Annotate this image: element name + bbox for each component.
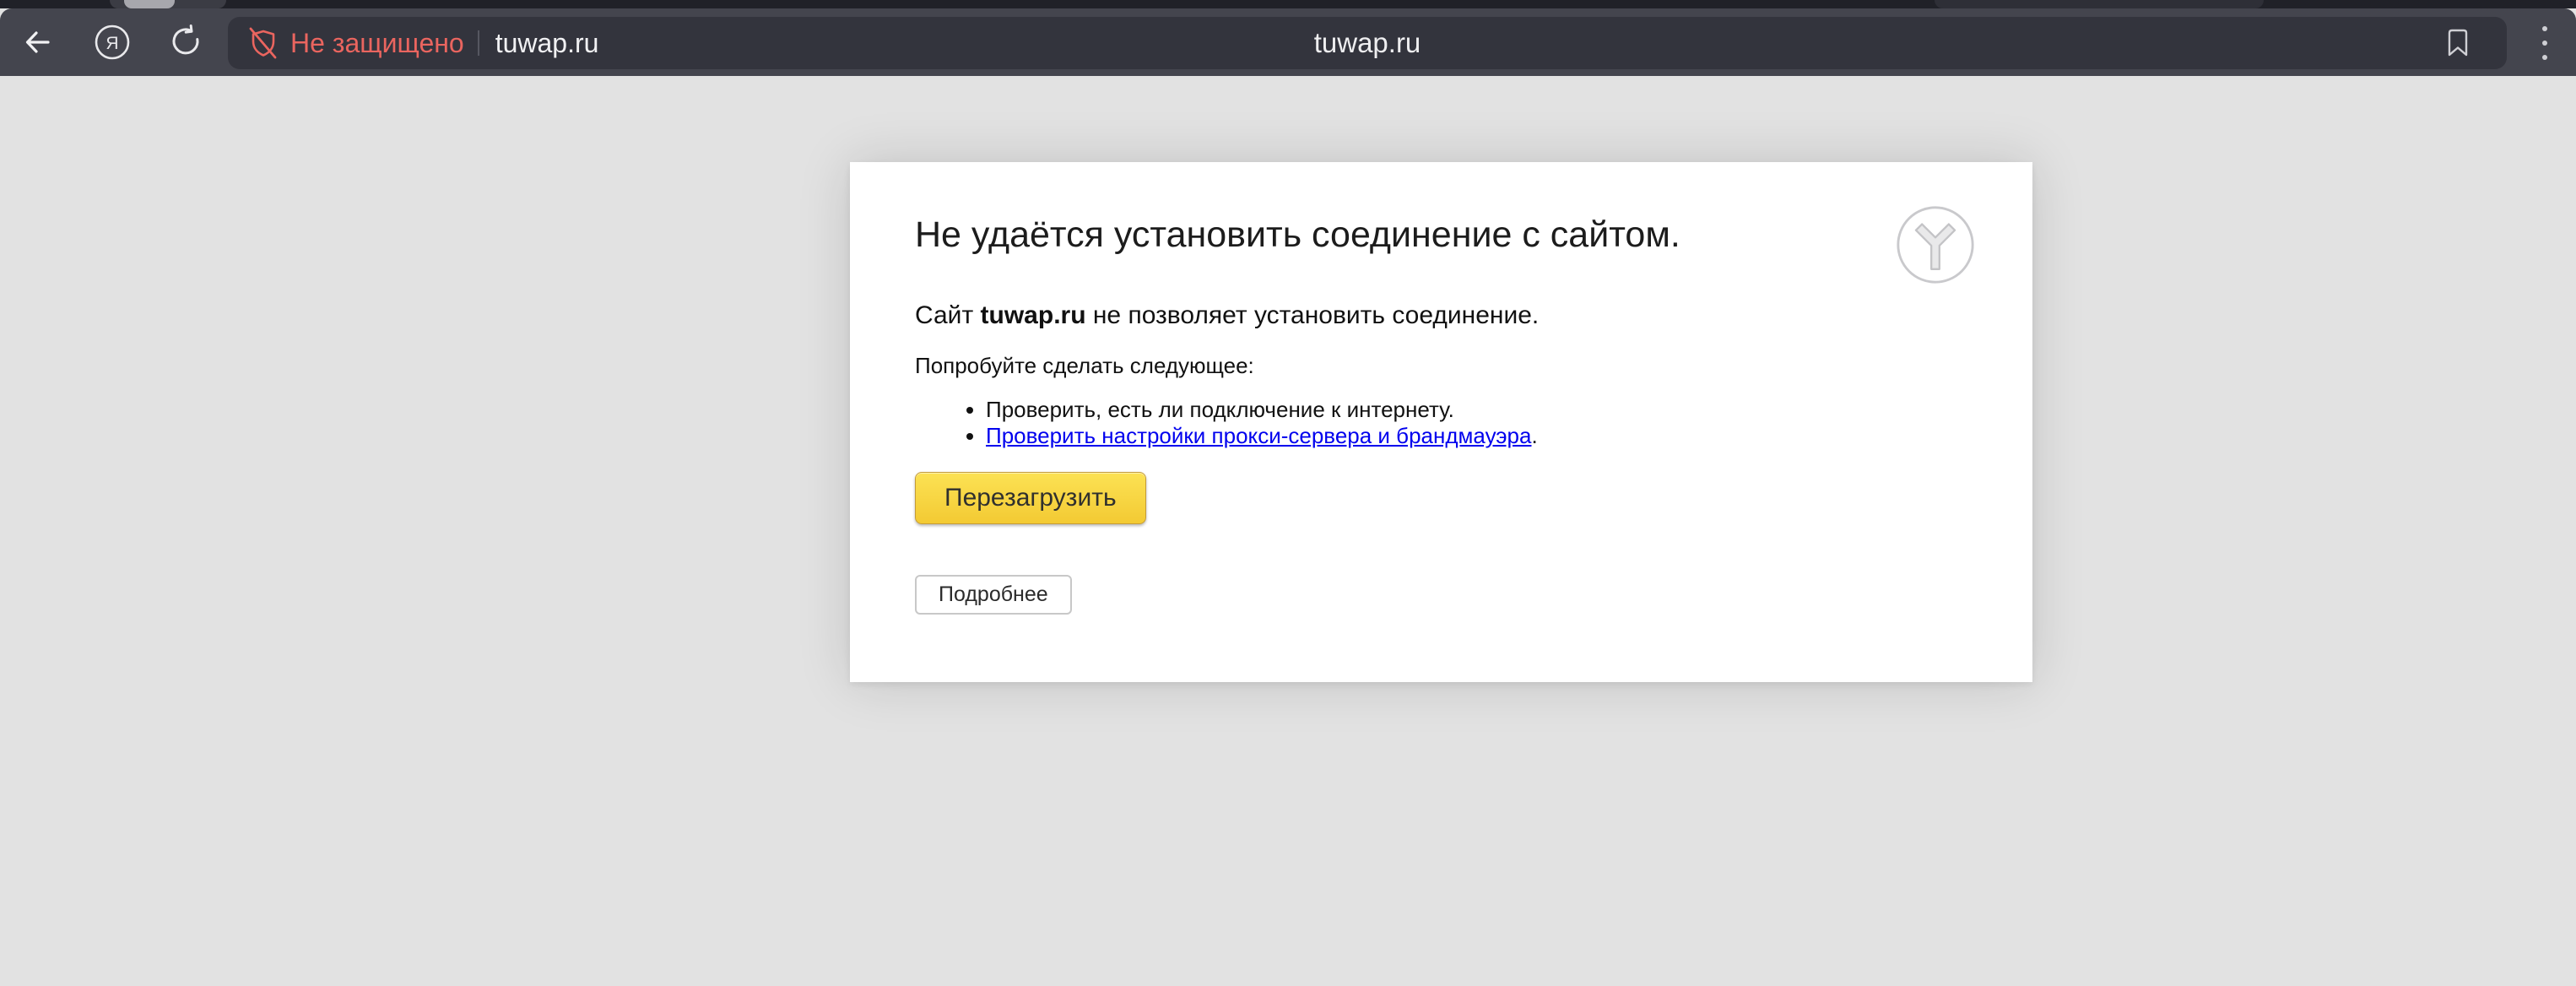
page-background: Не удаётся установить соединение с сайто… xyxy=(0,76,2576,986)
proxy-settings-link[interactable]: Проверить настройки прокси-сервера и бра… xyxy=(986,423,1531,448)
url-text[interactable]: tuwap.ru xyxy=(495,28,599,59)
bookmark-icon xyxy=(2445,28,2470,58)
suggestions-heading: Попробуйте сделать следующее: xyxy=(915,353,1967,379)
security-badge[interactable]: Не защищено xyxy=(228,26,464,60)
reload-page-button[interactable]: Перезагрузить xyxy=(915,472,1146,524)
site-suffix: не позволяет установить соединение. xyxy=(1086,301,1540,329)
svg-text:Я: Я xyxy=(106,34,118,53)
browser-toolbar: Я Не защищено tuwap.ru tuwap.ru xyxy=(0,8,2576,76)
details-button[interactable]: Подробнее xyxy=(915,575,1072,615)
shield-off-icon xyxy=(247,26,279,60)
back-button[interactable] xyxy=(8,8,66,76)
kebab-menu-icon xyxy=(2540,24,2550,62)
address-bar[interactable]: Не защищено tuwap.ru tuwap.ru xyxy=(228,17,2507,69)
back-arrow-icon xyxy=(20,25,54,59)
error-card: Не удаётся установить соединение с сайто… xyxy=(850,162,2032,682)
yandex-browser-logo xyxy=(1895,204,1976,285)
yandex-logo-icon: Я xyxy=(94,24,131,61)
error-title: Не удаётся установить соединение с сайто… xyxy=(915,213,1801,258)
bookmark-button[interactable] xyxy=(2431,17,2485,69)
tab-strip xyxy=(0,0,2576,8)
browser-menu-button[interactable] xyxy=(2519,17,2570,69)
tab-sliver[interactable] xyxy=(1935,0,2264,8)
active-tab-sliver[interactable] xyxy=(124,0,175,8)
security-label: Не защищено xyxy=(290,28,464,59)
site-domain: tuwap.ru xyxy=(981,301,1086,329)
reload-icon xyxy=(168,24,203,60)
suggestions-list: Проверить, есть ли подключение к интерне… xyxy=(915,397,1967,449)
suggestion-text: Проверить, есть ли подключение к интерне… xyxy=(986,397,1454,422)
page-title: tuwap.ru xyxy=(1314,27,1421,59)
suggestion-item: Проверить настройки прокси-сервера и бра… xyxy=(986,423,1967,449)
link-suffix: . xyxy=(1531,423,1537,448)
error-site-line: Сайт tuwap.ru не позволяет установить со… xyxy=(915,300,1967,332)
address-separator xyxy=(478,30,479,56)
site-prefix: Сайт xyxy=(915,301,981,329)
yandex-home-button[interactable]: Я xyxy=(84,8,141,76)
suggestion-item: Проверить, есть ли подключение к интерне… xyxy=(986,397,1967,423)
reload-button[interactable] xyxy=(157,8,214,76)
